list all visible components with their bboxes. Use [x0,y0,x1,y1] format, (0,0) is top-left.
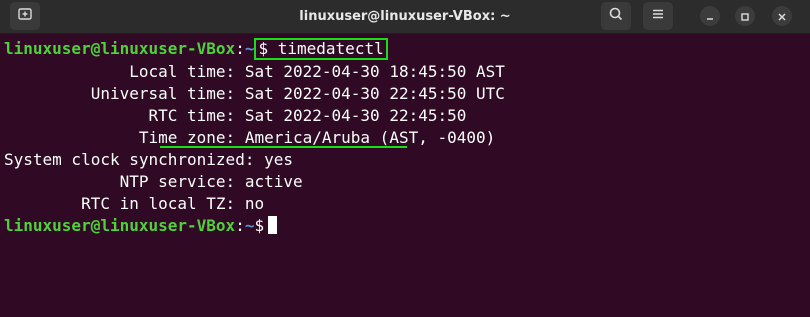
prompt-separator: : [235,216,245,235]
output-line-ntp-service: NTP service: active [4,172,303,191]
terminal-window: linuxuser@linuxuser-VBox: ~ linuxuser@li… [0,0,810,317]
title-bar: linuxuser@linuxuser-VBox: ~ [0,0,810,34]
command-line: linuxuser@linuxuser-VBox:~ $ timedatectl [4,38,388,60]
output-line-rtc-time: RTC time: Sat 2022-04-30 22:45:50 [4,106,467,125]
prompt-user-host: linuxuser@linuxuser-VBox [4,39,236,58]
prompt-user-host: linuxuser@linuxuser-VBox [4,216,236,235]
menu-button[interactable] [643,2,673,30]
maximize-button[interactable] [735,6,755,26]
search-button[interactable] [601,2,631,30]
close-icon [777,7,787,26]
command-text: timedatectl [277,39,384,58]
output-line-local-time: Local time: Sat 2022-04-30 18:45:50 AST [4,62,505,81]
minimize-icon [705,7,715,26]
terminal-output-area[interactable]: linuxuser@linuxuser-VBox:~ $ timedatectl … [0,35,810,317]
prompt-path: ~ [244,39,255,58]
window-title: linuxuser@linuxuser-VBox: ~ [299,9,511,24]
terminal-cursor [268,216,278,234]
prompt-symbol: $ [258,39,269,58]
minimize-button[interactable] [700,6,720,26]
close-button[interactable] [772,6,792,26]
prompt-separator: : [235,39,245,58]
time-zone-highlight-underline [160,146,407,148]
prompt-symbol: $ [254,216,265,235]
output-line-rtc-local-tz: RTC in local TZ: no [4,194,265,213]
maximize-icon [740,7,750,26]
prompt-line: linuxuser@linuxuser-VBox:~$ [4,215,278,237]
hamburger-menu-icon [650,6,666,26]
output-line-clock-synchronized: System clock synchronized: yes [4,150,293,169]
search-icon [608,6,624,26]
command-highlight-box: $ timedatectl [254,38,388,60]
output-line-universal-time: Universal time: Sat 2022-04-30 22:45:50 … [4,84,505,103]
